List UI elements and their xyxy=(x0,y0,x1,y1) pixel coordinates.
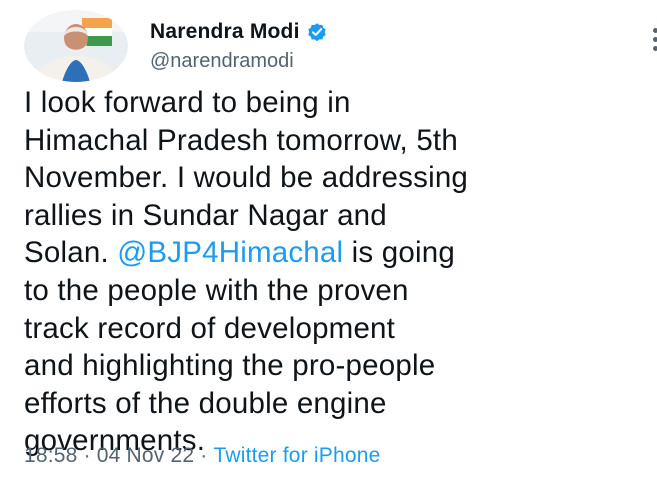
tweet-text-line: I look forward to being in xyxy=(24,84,649,122)
tweet-date[interactable]: 04 Nov 22 xyxy=(97,444,195,467)
tweet-text-segment: Himachal Pradesh tomorrow, 5th xyxy=(24,123,458,157)
tweet-text-line: rallies in Sundar Nagar and xyxy=(24,197,649,235)
tweet-text-segment: I look forward to being in xyxy=(24,86,351,119)
tweet-meta: 18:58 · 04 Nov 22 · Twitter for iPhone xyxy=(24,444,381,468)
more-options-icon[interactable] xyxy=(649,26,657,54)
tweet-text-segment: Solan. xyxy=(24,236,118,270)
tweet-text-segment: track record of development xyxy=(24,311,396,345)
meta-separator: · xyxy=(83,444,91,467)
tweet-text: I look forward to being in Himachal Prade… xyxy=(24,84,649,460)
tweet-text-line: Solan. @BJP4Himachal is going xyxy=(24,234,649,272)
tweet-text-segment: is going xyxy=(343,236,455,270)
tweet-source-link[interactable]: Twitter for iPhone xyxy=(214,444,381,467)
tweet-text-line: and highlighting the pro-people xyxy=(24,347,649,385)
tweet-text-segment: to the people with the proven xyxy=(24,273,409,307)
avatar[interactable] xyxy=(24,10,128,82)
tweet-card: Narendra Modi @narendramodi I look forwa… xyxy=(0,0,657,492)
display-name[interactable]: Narendra Modi xyxy=(150,20,300,44)
tweet-time[interactable]: 18:58 xyxy=(24,444,78,467)
user-handle[interactable]: @narendramodi xyxy=(150,50,328,73)
tweet-text-segment: and highlighting the pro-people xyxy=(24,349,436,383)
tweet-text-segment: efforts of the double engine xyxy=(24,386,387,420)
verified-badge-icon xyxy=(306,21,328,43)
author-identity: Narendra Modi @narendramodi xyxy=(150,20,328,73)
tweet-text-segment: November. I would be addressing xyxy=(24,161,469,195)
tweet-text-line: to the people with the proven xyxy=(24,272,649,310)
tweet-text-line: November. I would be addressing xyxy=(24,159,649,197)
tweet-header: Narendra Modi @narendramodi xyxy=(24,10,328,82)
tweet-text-line: track record of development xyxy=(24,310,649,348)
tweet-text-segment: rallies in Sundar Nagar and xyxy=(24,198,387,232)
avatar-image xyxy=(24,10,128,82)
tweet-text-line: efforts of the double engine xyxy=(24,385,649,423)
tweet-text-line: Himachal Pradesh tomorrow, 5th xyxy=(24,122,649,160)
meta-separator: · xyxy=(200,444,208,467)
mention-link[interactable]: @BJP4Himachal xyxy=(117,236,343,269)
name-row: Narendra Modi xyxy=(150,20,328,44)
